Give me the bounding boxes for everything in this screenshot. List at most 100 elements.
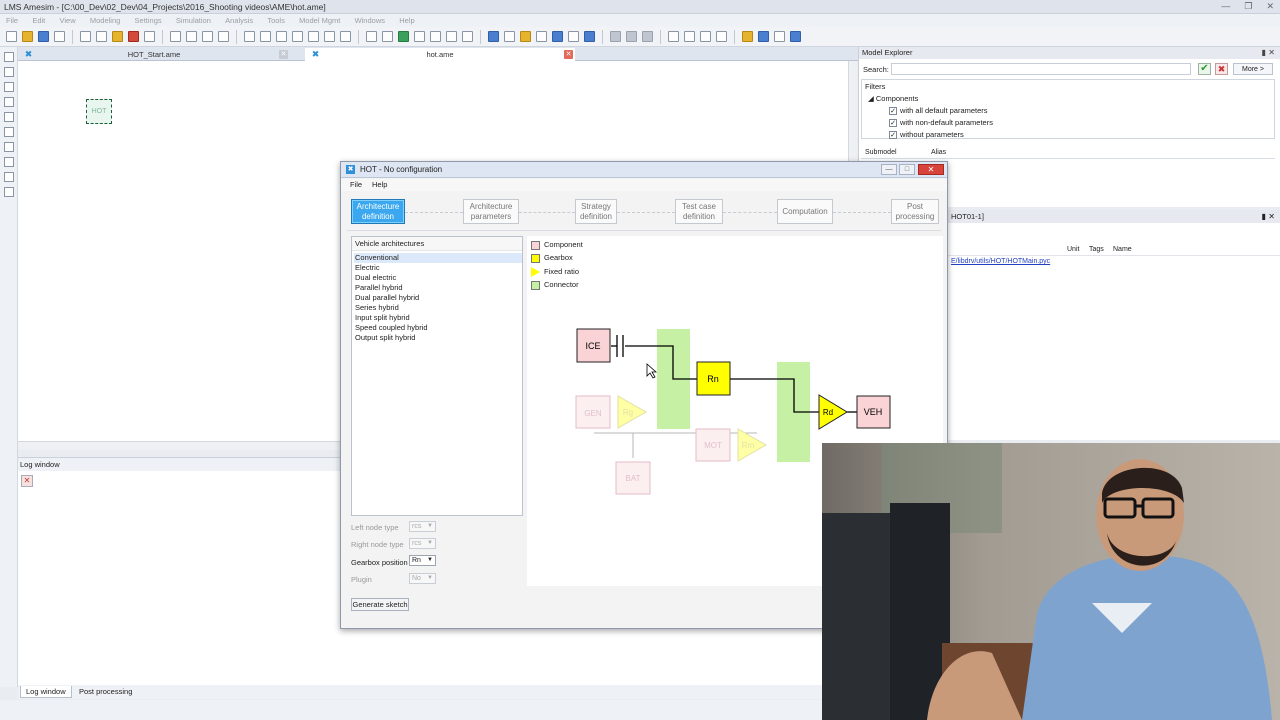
cancel-icon[interactable]: ✖ — [1215, 63, 1228, 75]
left-node-type-select[interactable]: rcs ▼ — [409, 521, 436, 532]
column-name[interactable]: Name — [1113, 246, 1132, 253]
dialog-menu-file[interactable]: File — [350, 180, 362, 189]
checkbox[interactable]: ✓ — [889, 131, 897, 140]
tab-hot-start[interactable]: ✖ HOT_Start.ame ✕ — [18, 48, 290, 61]
undo-icon[interactable] — [170, 31, 181, 42]
list-item-dual-electric[interactable]: Dual electric — [354, 273, 522, 283]
panel3-icon[interactable] — [3, 157, 14, 167]
binoculars-icon[interactable] — [202, 31, 213, 42]
pin-icon[interactable]: ✖ — [24, 50, 33, 59]
step-architecture-parameters[interactable]: Architecture parameters — [463, 199, 519, 224]
zoom-fit-icon[interactable] — [244, 31, 255, 42]
paste-icon[interactable] — [112, 31, 123, 42]
app-space-icon[interactable] — [758, 31, 769, 42]
settings-icon[interactable] — [3, 187, 14, 197]
hot-supercomponent[interactable]: HOT — [86, 99, 112, 124]
layout-icon[interactable] — [446, 31, 457, 42]
menu-simulation[interactable]: Simulation — [176, 14, 211, 27]
step-architecture-definition[interactable]: Architecture definition — [351, 199, 405, 224]
list-item-dual-parallel-hybrid[interactable]: Dual parallel hybrid — [354, 293, 522, 303]
globe-icon[interactable] — [536, 31, 547, 42]
tab-log-window[interactable]: Log window — [20, 686, 72, 698]
tab-post-processing[interactable]: Post processing — [74, 686, 137, 698]
close-icon[interactable]: ✕ — [1266, 1, 1274, 12]
close-tab-icon[interactable]: ✕ — [564, 50, 573, 59]
restore-icon[interactable]: ❐ — [1244, 1, 1252, 12]
layout2-icon[interactable] — [462, 31, 473, 42]
new-file-icon[interactable] — [6, 31, 17, 42]
filter-item[interactable]: ✓ without parameters — [889, 130, 964, 140]
panel-controls[interactable]: ▮ ✕ — [1262, 47, 1275, 59]
list-item-parallel-hybrid[interactable]: Parallel hybrid — [354, 283, 522, 293]
menu-settings[interactable]: Settings — [135, 14, 162, 27]
search-icon[interactable] — [3, 172, 14, 182]
tool-b-icon[interactable] — [626, 31, 637, 42]
rotate-icon[interactable] — [144, 31, 155, 42]
menu-tools[interactable]: Tools — [267, 14, 285, 27]
python-icon[interactable] — [742, 31, 753, 42]
plot-icon[interactable] — [552, 31, 563, 42]
save-icon[interactable] — [38, 31, 49, 42]
checkbox[interactable]: ✓ — [889, 119, 897, 128]
open-folder-icon[interactable] — [22, 31, 33, 42]
column-tags[interactable]: Tags — [1089, 246, 1104, 253]
plugin-select[interactable]: No ▼ — [409, 573, 436, 584]
list-item-output-split-hybrid[interactable]: Output split hybrid — [354, 333, 522, 343]
menu-analysis[interactable]: Analysis — [225, 14, 253, 27]
filter-item[interactable]: ✓ with non-default parameters — [889, 118, 993, 128]
image-icon[interactable] — [398, 31, 409, 42]
script-path-link[interactable]: E/libdrv/utils/HOT/HOTMain.pyc — [951, 258, 1050, 265]
minimize-icon[interactable]: — — [1221, 1, 1230, 12]
sketch-mode-icon[interactable] — [3, 52, 14, 62]
column-alias[interactable]: Alias — [931, 149, 946, 156]
cut-icon[interactable] — [80, 31, 91, 42]
zoom-in-icon[interactable] — [260, 31, 271, 42]
more-button[interactable]: More > — [1233, 63, 1273, 75]
step-post-processing[interactable]: Post processing — [891, 199, 939, 224]
delete-icon[interactable] — [128, 31, 139, 42]
menu-help[interactable]: Help — [399, 14, 414, 27]
gearbox-position-select[interactable]: Rn ▼ — [409, 555, 436, 566]
list-item-input-split-hybrid[interactable]: Input split hybrid — [354, 313, 522, 323]
library-icon[interactable] — [3, 112, 14, 122]
download-icon[interactable] — [790, 31, 801, 42]
menu-file[interactable]: File — [6, 14, 18, 27]
arrow-icon[interactable] — [382, 31, 393, 42]
menu-view[interactable]: View — [60, 14, 76, 27]
close-icon[interactable]: ✕ — [918, 164, 944, 175]
check-icon[interactable]: ✔ — [1198, 63, 1211, 75]
close-tab-icon[interactable]: ✕ — [279, 50, 288, 59]
menu-model-mgmt[interactable]: Model Mgmt — [299, 14, 340, 27]
minimize-icon[interactable]: — — [881, 164, 897, 175]
tool-e-icon[interactable] — [684, 31, 695, 42]
panel-icon[interactable] — [3, 127, 14, 137]
shape-icon[interactable] — [520, 31, 531, 42]
right-node-type-select[interactable]: rcs ▼ — [409, 538, 436, 549]
zoom-area-icon[interactable] — [292, 31, 303, 42]
list-item-electric[interactable]: Electric — [354, 263, 522, 273]
step-computation[interactable]: Computation — [777, 199, 833, 224]
redo-icon[interactable] — [186, 31, 197, 42]
list-item-conventional[interactable]: Conventional — [354, 253, 522, 263]
column-unit[interactable]: Unit — [1067, 246, 1079, 253]
tab-hot[interactable]: ✖ hot.ame ✕ — [305, 48, 575, 61]
list-item-series-hybrid[interactable]: Series hybrid — [354, 303, 522, 313]
align-icon[interactable] — [218, 31, 229, 42]
panel-controls[interactable]: ▮ ✕ — [1262, 210, 1275, 223]
move-up-icon[interactable] — [324, 31, 335, 42]
step-strategy-definition[interactable]: Strategy definition — [575, 199, 617, 224]
table-icon[interactable] — [568, 31, 579, 42]
search-input[interactable] — [891, 63, 1191, 75]
menu-modeling[interactable]: Modeling — [90, 14, 120, 27]
checkbox[interactable]: ✓ — [889, 107, 897, 116]
zoom-out-icon[interactable] — [276, 31, 287, 42]
vehicle-architectures-list[interactable]: Vehicle architectures Conventional Elect… — [351, 236, 523, 516]
move-down-icon[interactable] — [340, 31, 351, 42]
link-icon[interactable] — [488, 31, 499, 42]
zoom-reset-icon[interactable] — [308, 31, 319, 42]
select-icon[interactable] — [504, 31, 515, 42]
script-icon[interactable] — [584, 31, 595, 42]
tool-d-icon[interactable] — [668, 31, 679, 42]
tool-c-icon[interactable] — [642, 31, 653, 42]
step-test-case-definition[interactable]: Test case definition — [675, 199, 723, 224]
